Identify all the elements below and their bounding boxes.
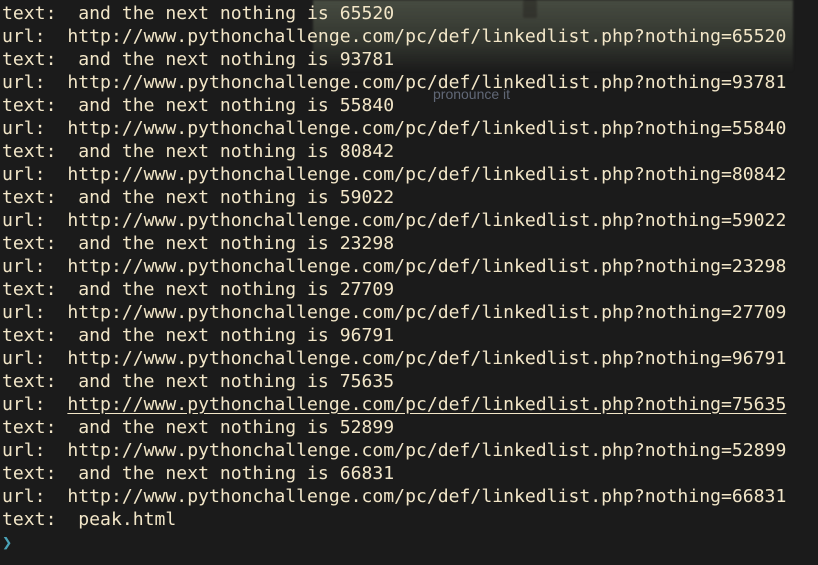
- url-link[interactable]: http://www.pythonchallenge.com/pc/def/li…: [67, 118, 786, 139]
- output-line-url: url: http://www.pythonchallenge.com/pc/d…: [2, 71, 786, 94]
- output-line-text: text: and the next nothing is 52899: [2, 416, 786, 439]
- url-link[interactable]: http://www.pythonchallenge.com/pc/def/li…: [67, 440, 786, 461]
- output-line-url: url: http://www.pythonchallenge.com/pc/d…: [2, 347, 786, 370]
- line-label: text:: [2, 95, 79, 116]
- output-line-url: url: http://www.pythonchallenge.com/pc/d…: [2, 301, 786, 324]
- url-link[interactable]: http://www.pythonchallenge.com/pc/def/li…: [67, 302, 786, 323]
- output-line-text: text: and the next nothing is 96791: [2, 324, 786, 347]
- url-link-hovered[interactable]: http://www.pythonchallenge.com/pc/def/li…: [67, 394, 786, 415]
- line-label: url:: [2, 486, 68, 507]
- line-label: url:: [2, 440, 68, 461]
- line-label: url:: [2, 394, 68, 415]
- line-value: and the next nothing is 93781: [78, 49, 395, 70]
- output-line-text: text: and the next nothing is 59022: [2, 186, 786, 209]
- terminal-output: text: and the next nothing is 65520 url:…: [2, 2, 786, 531]
- line-label: text:: [2, 3, 79, 24]
- line-value: and the next nothing is 23298: [78, 233, 395, 254]
- line-value: and the next nothing is 96791: [78, 325, 395, 346]
- output-line-text: text: and the next nothing is 75635: [2, 370, 786, 393]
- output-line-url: url: http://www.pythonchallenge.com/pc/d…: [2, 485, 786, 508]
- output-line-text: text: peak.html: [2, 508, 786, 531]
- output-line-text: text: and the next nothing is 23298: [2, 232, 786, 255]
- line-label: url:: [2, 302, 68, 323]
- url-link[interactable]: http://www.pythonchallenge.com/pc/def/li…: [67, 72, 786, 93]
- output-line-url: url: http://www.pythonchallenge.com/pc/d…: [2, 439, 786, 462]
- output-line-text: text: and the next nothing is 55840: [2, 94, 786, 117]
- line-value: and the next nothing is 55840: [78, 95, 395, 116]
- url-link[interactable]: http://www.pythonchallenge.com/pc/def/li…: [67, 486, 786, 507]
- line-value: and the next nothing is 75635: [78, 371, 395, 392]
- output-line-url: url: http://www.pythonchallenge.com/pc/d…: [2, 209, 786, 232]
- line-label: text:: [2, 463, 79, 484]
- line-label: text:: [2, 325, 79, 346]
- line-value: and the next nothing is 27709: [78, 279, 395, 300]
- line-label: url:: [2, 348, 68, 369]
- line-label: url:: [2, 118, 68, 139]
- line-label: text:: [2, 233, 79, 254]
- url-link[interactable]: http://www.pythonchallenge.com/pc/def/li…: [67, 348, 786, 369]
- line-label: text:: [2, 187, 79, 208]
- shell-prompt[interactable]: ❯: [2, 533, 12, 553]
- line-label: url:: [2, 72, 68, 93]
- output-line-text: text: and the next nothing is 66831: [2, 462, 786, 485]
- line-label: url:: [2, 26, 68, 47]
- line-label: text:: [2, 141, 79, 162]
- url-link[interactable]: http://www.pythonchallenge.com/pc/def/li…: [67, 164, 786, 185]
- terminal-window[interactable]: pronounce it text: and the next nothing …: [0, 0, 818, 565]
- line-label: text:: [2, 49, 79, 70]
- output-line-url-hovered: url: http://www.pythonchallenge.com/pc/d…: [2, 393, 786, 416]
- url-link[interactable]: http://www.pythonchallenge.com/pc/def/li…: [67, 210, 786, 231]
- line-value: and the next nothing is 65520: [78, 3, 395, 24]
- line-label: text:: [2, 417, 79, 438]
- line-label: url:: [2, 210, 68, 231]
- output-line-url: url: http://www.pythonchallenge.com/pc/d…: [2, 255, 786, 278]
- line-label: url:: [2, 164, 68, 185]
- line-value: and the next nothing is 52899: [78, 417, 395, 438]
- line-value: and the next nothing is 66831: [78, 463, 395, 484]
- output-line-url: url: http://www.pythonchallenge.com/pc/d…: [2, 163, 786, 186]
- output-line-text: text: and the next nothing is 65520: [2, 2, 786, 25]
- line-label: text:: [2, 371, 79, 392]
- output-line-text: text: and the next nothing is 27709: [2, 278, 786, 301]
- output-line-url: url: http://www.pythonchallenge.com/pc/d…: [2, 25, 786, 48]
- url-link[interactable]: http://www.pythonchallenge.com/pc/def/li…: [67, 26, 786, 47]
- line-value: and the next nothing is 59022: [78, 187, 395, 208]
- output-line-text: text: and the next nothing is 80842: [2, 140, 786, 163]
- output-line-text: text: and the next nothing is 93781: [2, 48, 786, 71]
- prompt-chevron-icon: ❯: [2, 533, 13, 553]
- line-label: text:: [2, 279, 79, 300]
- line-value: peak.html: [78, 509, 177, 530]
- line-label: url:: [2, 256, 68, 277]
- output-line-url: url: http://www.pythonchallenge.com/pc/d…: [2, 117, 786, 140]
- line-value: and the next nothing is 80842: [78, 141, 395, 162]
- url-link[interactable]: http://www.pythonchallenge.com/pc/def/li…: [67, 256, 786, 277]
- line-label: text:: [2, 509, 79, 530]
